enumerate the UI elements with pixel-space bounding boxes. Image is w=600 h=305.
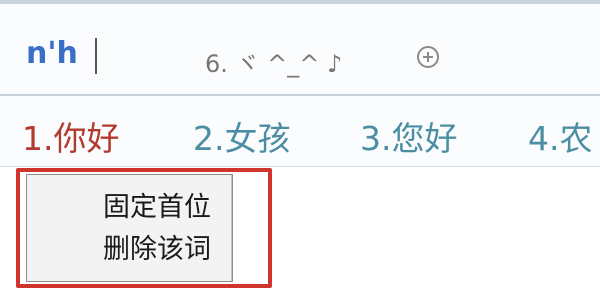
candidate-text: 农 [559,119,593,158]
candidate-list: 1.你好 2.女孩 3.您好 4.农 [0,102,600,158]
composition-row: n'h 6. ヾ ^_^ ♪ [0,24,600,82]
candidate-emoticon[interactable]: 6. ヾ ^_^ ♪ [205,44,342,79]
text-caret [95,38,97,74]
candidate-text: 您好 [391,119,458,158]
plus-circle-icon[interactable] [417,46,439,68]
candidate-index: 3. [360,119,392,158]
candidate-4[interactable]: 4.农 [528,112,593,160]
candidate-2[interactable]: 2.女孩 [193,112,291,160]
composition-input[interactable]: n'h [26,36,78,71]
highlight-annotation [16,168,272,288]
candidate-index: 1. [22,119,54,158]
ime-candidate-window: n'h 6. ヾ ^_^ ♪ 1.你好 2.女孩 3.您好 4.农 [0,4,600,166]
candidate-index: 4. [528,119,560,158]
candidate-1[interactable]: 1.你好 [22,112,120,160]
candidate-3[interactable]: 3.您好 [360,112,458,160]
candidate-text: 女孩 [224,119,291,158]
candidate-index: 2. [193,119,225,158]
candidate-text: 你好 [53,119,120,158]
window-bottom-edge [0,166,600,167]
divider [0,94,600,96]
